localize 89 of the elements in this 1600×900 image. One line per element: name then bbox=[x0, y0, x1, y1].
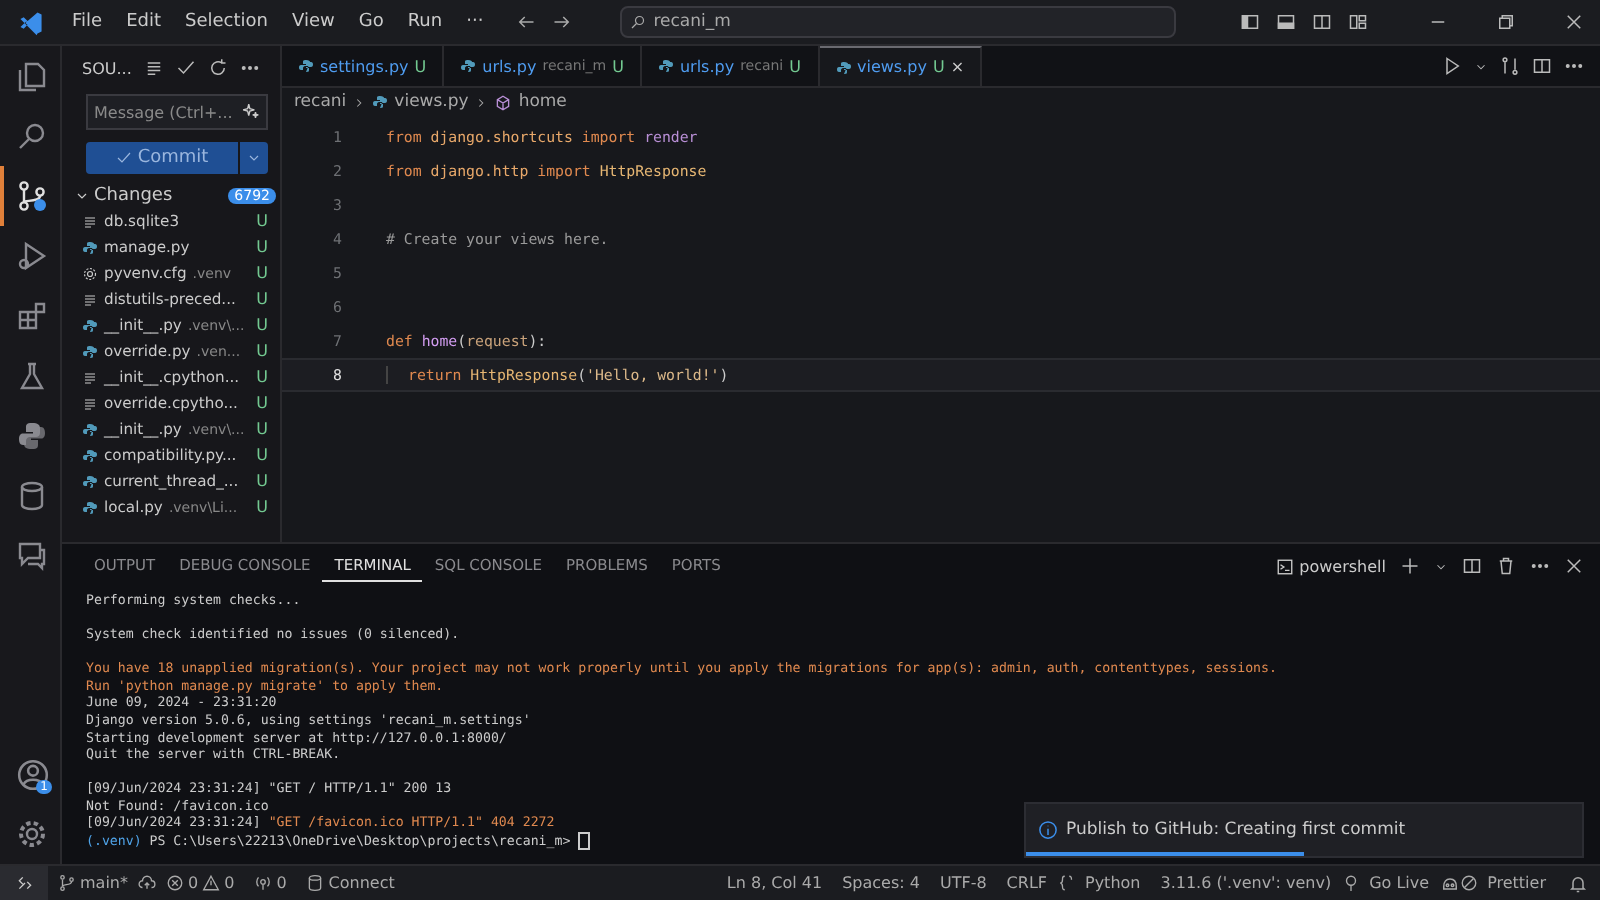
forward-arrow-icon[interactable] bbox=[551, 12, 572, 32]
settings-icon[interactable] bbox=[16, 818, 48, 850]
connect-status[interactable]: Connect bbox=[296, 874, 405, 892]
encoding-status[interactable]: UTF-8 bbox=[929, 874, 997, 892]
python-icon[interactable] bbox=[16, 420, 48, 452]
flask-icon[interactable] bbox=[16, 360, 48, 392]
run-debug-icon[interactable] bbox=[16, 240, 48, 272]
commit-button[interactable]: Commit bbox=[86, 142, 238, 174]
customize-layout-icon[interactable] bbox=[1348, 12, 1368, 32]
language-mode-status[interactable]: Python bbox=[1075, 874, 1151, 892]
go-live-status[interactable]: Go Live bbox=[1359, 874, 1440, 892]
bell-icon[interactable] bbox=[1568, 873, 1588, 893]
plus-icon[interactable] bbox=[1400, 556, 1420, 576]
command-search-field[interactable]: recani_m bbox=[619, 6, 1176, 38]
notification-message: Publish to GitHub: Creating first commit bbox=[1066, 820, 1406, 840]
warning-icon bbox=[202, 874, 221, 892]
menu-item[interactable]: Run bbox=[395, 12, 455, 32]
ports-status[interactable]: 0 bbox=[244, 874, 297, 892]
text-file-icon bbox=[82, 213, 98, 229]
commit-message-field[interactable]: Message (Ctrl+... bbox=[86, 94, 268, 130]
remote-icon bbox=[15, 874, 33, 892]
menu-item[interactable]: View bbox=[279, 12, 347, 32]
text-file-icon bbox=[82, 369, 98, 385]
close-tab-button[interactable]: × bbox=[950, 58, 965, 76]
split-terminal-icon[interactable] bbox=[1462, 556, 1482, 576]
compare-changes-icon[interactable] bbox=[1500, 56, 1520, 76]
antenna-icon bbox=[254, 874, 273, 892]
list-view-icon[interactable] bbox=[143, 58, 164, 78]
menu-item[interactable]: ··· bbox=[454, 12, 496, 32]
database-icon[interactable] bbox=[16, 480, 48, 512]
blocked-icon bbox=[1459, 874, 1478, 892]
extensions-icon[interactable] bbox=[16, 300, 48, 332]
chevron-down-icon[interactable] bbox=[1474, 59, 1488, 73]
text-file-icon bbox=[82, 291, 98, 307]
cube-icon bbox=[494, 93, 513, 111]
sidebar-title: SOU... bbox=[82, 59, 132, 77]
prettier-status[interactable]: Prettier bbox=[1477, 874, 1556, 892]
interpreter-status[interactable]: 3.11.6 ('.venv': venv) bbox=[1150, 874, 1342, 892]
trash-icon[interactable] bbox=[1496, 556, 1516, 576]
split-layout-icon[interactable] bbox=[1312, 12, 1332, 32]
files-icon[interactable] bbox=[16, 60, 48, 92]
line-ending-status[interactable]: CRLF bbox=[996, 874, 1057, 892]
remote-button[interactable] bbox=[0, 866, 48, 900]
problems-status[interactable]: 0 0 bbox=[156, 874, 245, 892]
menu-item[interactable]: Edit bbox=[114, 12, 173, 32]
menu-item[interactable]: Selection bbox=[173, 12, 280, 32]
run-icon[interactable] bbox=[1442, 56, 1462, 76]
back-arrow-icon[interactable] bbox=[515, 12, 536, 32]
check-icon[interactable] bbox=[175, 58, 196, 78]
source-control-icon[interactable] bbox=[16, 180, 48, 212]
terminal-selector[interactable]: powershell bbox=[1275, 557, 1386, 575]
indentation-status[interactable]: Spaces: 4 bbox=[832, 874, 930, 892]
chevron-down-icon[interactable] bbox=[1434, 559, 1448, 573]
toggle-sidebar-icon[interactable] bbox=[1240, 12, 1260, 32]
app-logo-icon bbox=[17, 9, 43, 35]
chat-icon[interactable] bbox=[16, 540, 48, 572]
breadcrumb-item[interactable]: recani bbox=[294, 92, 347, 112]
breadcrumb-item[interactable]: home bbox=[518, 92, 567, 112]
toggle-panel-icon[interactable] bbox=[1276, 12, 1296, 32]
cursor-position-status[interactable]: Ln 8, Col 41 bbox=[716, 874, 833, 892]
menu-item[interactable]: Go bbox=[346, 12, 396, 32]
chevron-right-icon bbox=[352, 95, 367, 109]
chevron-right-icon bbox=[474, 95, 489, 109]
close-icon[interactable] bbox=[1564, 12, 1584, 32]
branch-icon bbox=[58, 874, 76, 892]
breadcrumb-item[interactable]: views.py bbox=[394, 92, 469, 112]
chevron-down-icon bbox=[246, 150, 262, 166]
refresh-icon[interactable] bbox=[207, 58, 228, 78]
database-icon bbox=[306, 874, 325, 892]
error-icon bbox=[166, 874, 184, 892]
broadcast-icon bbox=[1341, 874, 1360, 892]
commit-dropdown-button[interactable] bbox=[238, 142, 268, 174]
split-editor-icon[interactable] bbox=[1532, 56, 1552, 76]
branch-status[interactable]: main* bbox=[48, 874, 138, 892]
search-icon bbox=[629, 14, 646, 30]
sparkle-icon bbox=[242, 102, 260, 120]
check-icon bbox=[115, 150, 132, 166]
copilot-icon[interactable] bbox=[1439, 873, 1460, 893]
text-file-icon bbox=[82, 395, 98, 411]
account-icon[interactable] bbox=[15, 757, 49, 791]
terminal-icon bbox=[1275, 557, 1294, 575]
cloud-upload-icon[interactable] bbox=[138, 874, 156, 892]
gear-icon bbox=[82, 265, 98, 281]
restore-icon[interactable] bbox=[1496, 12, 1516, 32]
close-icon[interactable] bbox=[1564, 556, 1584, 576]
menu-item[interactable]: File bbox=[60, 12, 115, 32]
info-icon bbox=[1038, 820, 1058, 840]
editor-tab[interactable]: views.py U × bbox=[819, 46, 983, 86]
search-icon[interactable] bbox=[16, 120, 48, 152]
